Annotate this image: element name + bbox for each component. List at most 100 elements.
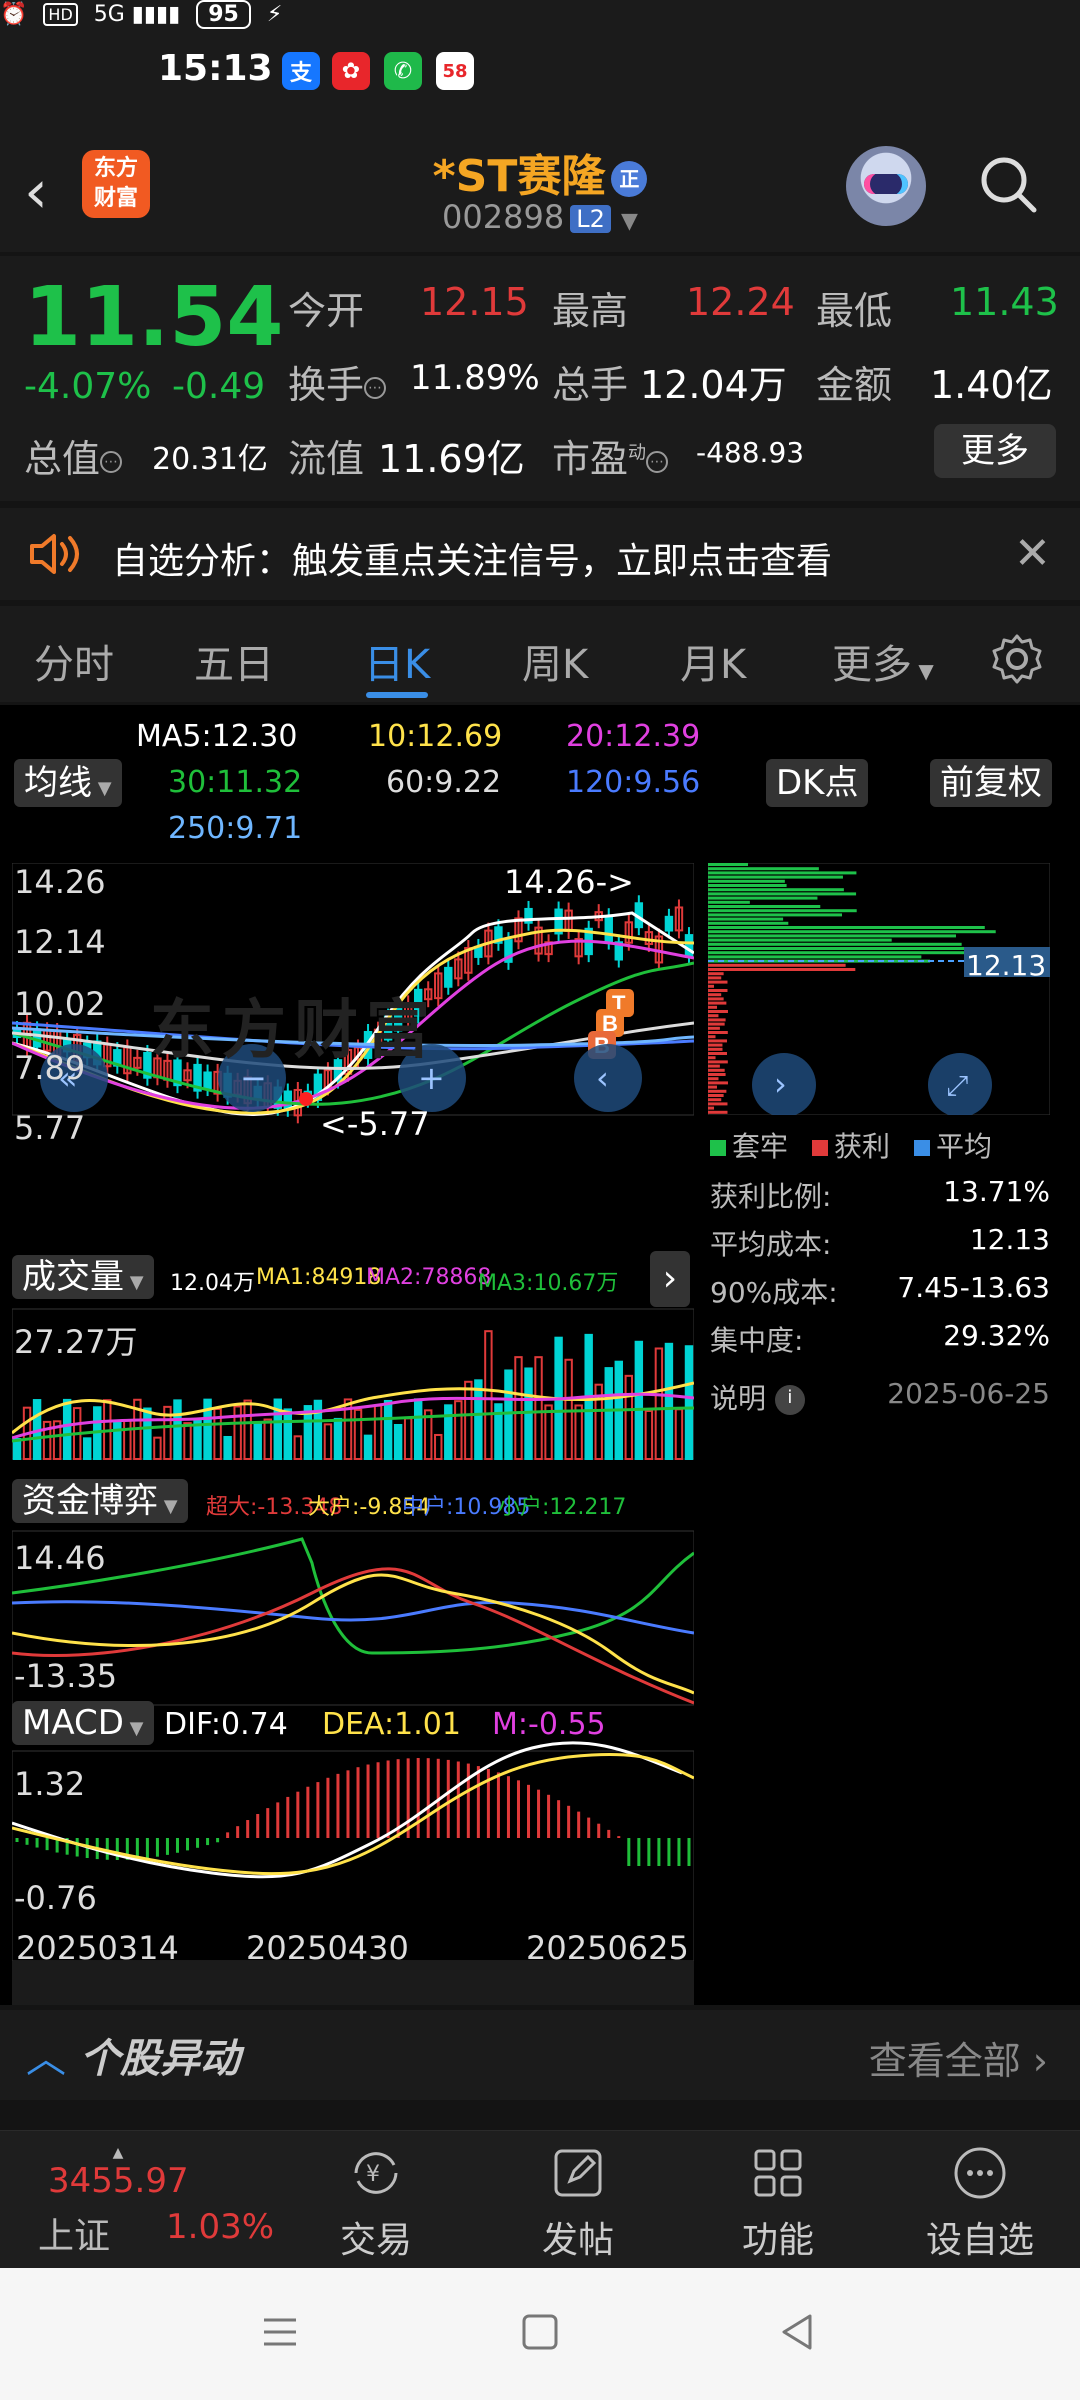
high-value: 12.24: [686, 280, 795, 324]
grid-icon: [754, 2149, 802, 2197]
macd-bar: [246, 1820, 250, 1838]
battery-indicator: 95: [196, 0, 251, 29]
dk-point-button[interactable]: DK点: [766, 759, 869, 807]
expand-right-icon[interactable]: ›: [650, 1251, 690, 1307]
adjust-button[interactable]: 前复权: [930, 759, 1052, 807]
bottom-toolbar: ▲ 3455.97 上证 1.03% ¥ 交易 发帖 功能 设自选: [0, 2130, 1080, 2268]
cost-distribution-chart[interactable]: › ⤢: [708, 863, 1050, 1115]
robot-assistant-icon[interactable]: [846, 146, 926, 226]
tab-more[interactable]: 更多 ▼: [832, 632, 934, 690]
macd-selector[interactable]: MACD ▼: [12, 1701, 154, 1745]
stock-movement-section: ︿ 个股异动 查看全部 ›: [0, 2010, 1080, 2100]
macd-bar: [276, 1802, 280, 1838]
date-label-3: 20250625: [526, 1929, 689, 1967]
capital-selector[interactable]: 资金博弈 ▼: [12, 1479, 188, 1523]
macd-ymin: -0.76: [14, 1879, 97, 1917]
menu-icon[interactable]: [258, 2310, 302, 2354]
macd-bar: [236, 1826, 240, 1838]
macd-bar: [326, 1777, 330, 1838]
info-icon[interactable]: ⋯: [646, 450, 669, 473]
macd-bar: [537, 1789, 541, 1838]
info-icon[interactable]: ⋯: [100, 450, 123, 473]
ma-selector[interactable]: 均线 ▼: [14, 759, 122, 807]
cost-bar: [708, 1068, 725, 1072]
macd-bar: [45, 1838, 49, 1851]
volume-label: 总手: [552, 363, 629, 407]
note-row[interactable]: 说明 i: [710, 1377, 805, 1417]
macd-bar: [547, 1794, 551, 1838]
macd-bar: [527, 1784, 531, 1838]
cost-bar: [708, 1022, 725, 1026]
float-label: 流值: [288, 437, 365, 481]
tab-monthly-k[interactable]: 月K: [680, 632, 746, 690]
caret-up-icon: ▲: [112, 2145, 124, 2161]
functions-label: 功能: [741, 2220, 814, 2261]
notice-banner[interactable]: 自选分析：触发重点关注信号，立即点击查看 ✕: [0, 508, 1080, 600]
svg-text:‹: ‹: [596, 1059, 609, 1097]
macd-bar: [496, 1772, 500, 1838]
trade-button[interactable]: ¥ 交易: [306, 2145, 446, 2263]
alipay-icon: 支: [282, 52, 320, 90]
change-percent: -4.07%: [24, 366, 152, 407]
back-nav-icon[interactable]: [776, 2310, 820, 2354]
date-label-1: 20250314: [16, 1929, 179, 1967]
volume-bar: [444, 1404, 453, 1460]
volume-bar: [393, 1424, 403, 1461]
macd-bar: [506, 1776, 510, 1838]
home-icon[interactable]: [518, 2310, 562, 2354]
cost-bar: [708, 884, 787, 887]
tab-weekly-k[interactable]: 周K: [522, 632, 588, 690]
add-watchlist-button[interactable]: 设自选: [910, 2145, 1050, 2263]
turnover-label-text: 换手: [288, 363, 365, 407]
macd-bar: [256, 1813, 260, 1838]
cost-bar: [708, 1094, 724, 1097]
macd-bar: [216, 1838, 220, 1843]
index-name: 上证: [38, 2216, 111, 2257]
macd-bar: [677, 1838, 681, 1866]
macd-bar: [476, 1766, 480, 1838]
low-value: 11.43: [950, 280, 1059, 324]
tab-daily-k[interactable]: 日K: [364, 632, 430, 690]
y-label-4: 7.89: [14, 1049, 86, 1087]
cost-bar: [708, 976, 722, 980]
volume-ma3: MA3:10.67万: [478, 1271, 619, 1296]
change-amount: -0.49: [172, 366, 266, 407]
close-icon[interactable]: ✕: [1014, 528, 1051, 579]
active-tab-indicator: [366, 692, 428, 698]
index-quote[interactable]: ▲ 3455.97: [48, 2145, 189, 2201]
high-label: 最高: [552, 289, 629, 333]
volume-bar: [113, 1421, 122, 1460]
search-icon[interactable]: [978, 154, 1038, 214]
volume-bar: [253, 1422, 262, 1461]
caret-down-icon: ▼: [158, 1496, 178, 1517]
macd-bar: [145, 1838, 149, 1859]
more-button[interactable]: 更多: [934, 424, 1056, 478]
chevron-up-icon[interactable]: ︿: [26, 2026, 66, 2084]
macd-bar: [366, 1764, 370, 1838]
cost90-label: 90%成本:: [710, 1276, 838, 1309]
volume-value: 12.04万: [640, 363, 787, 407]
cost-bar: [708, 1060, 728, 1064]
functions-button[interactable]: 功能: [708, 2145, 848, 2263]
volume-bar: [143, 1407, 152, 1460]
note-label: 说明: [710, 1382, 767, 1415]
tab-five-day[interactable]: 五日: [194, 632, 274, 690]
tab-intraday[interactable]: 分时: [34, 632, 114, 690]
info-icon[interactable]: i: [774, 1385, 805, 1415]
volume-bar: [83, 1437, 92, 1461]
cost-bar: [708, 892, 857, 896]
post-button[interactable]: 发帖: [508, 2145, 648, 2263]
view-all-link[interactable]: 查看全部 ›: [869, 2030, 1048, 2085]
settings-gear-icon[interactable]: [990, 632, 1044, 686]
open-label: 今开: [288, 289, 365, 333]
macd-bar: [15, 1838, 19, 1842]
caret-down-icon: ▼: [123, 1718, 144, 1739]
cost-bar: [708, 1098, 722, 1102]
turnover-value: 11.89%: [410, 358, 540, 398]
info-icon[interactable]: ⋯: [364, 376, 387, 399]
macd-ymax: 1.32: [14, 1765, 86, 1803]
cost-bar: [708, 1102, 728, 1106]
macd-bar: [667, 1838, 671, 1866]
cost-bar: [708, 1056, 716, 1060]
volume-selector[interactable]: 成交量 ▼: [12, 1255, 154, 1299]
